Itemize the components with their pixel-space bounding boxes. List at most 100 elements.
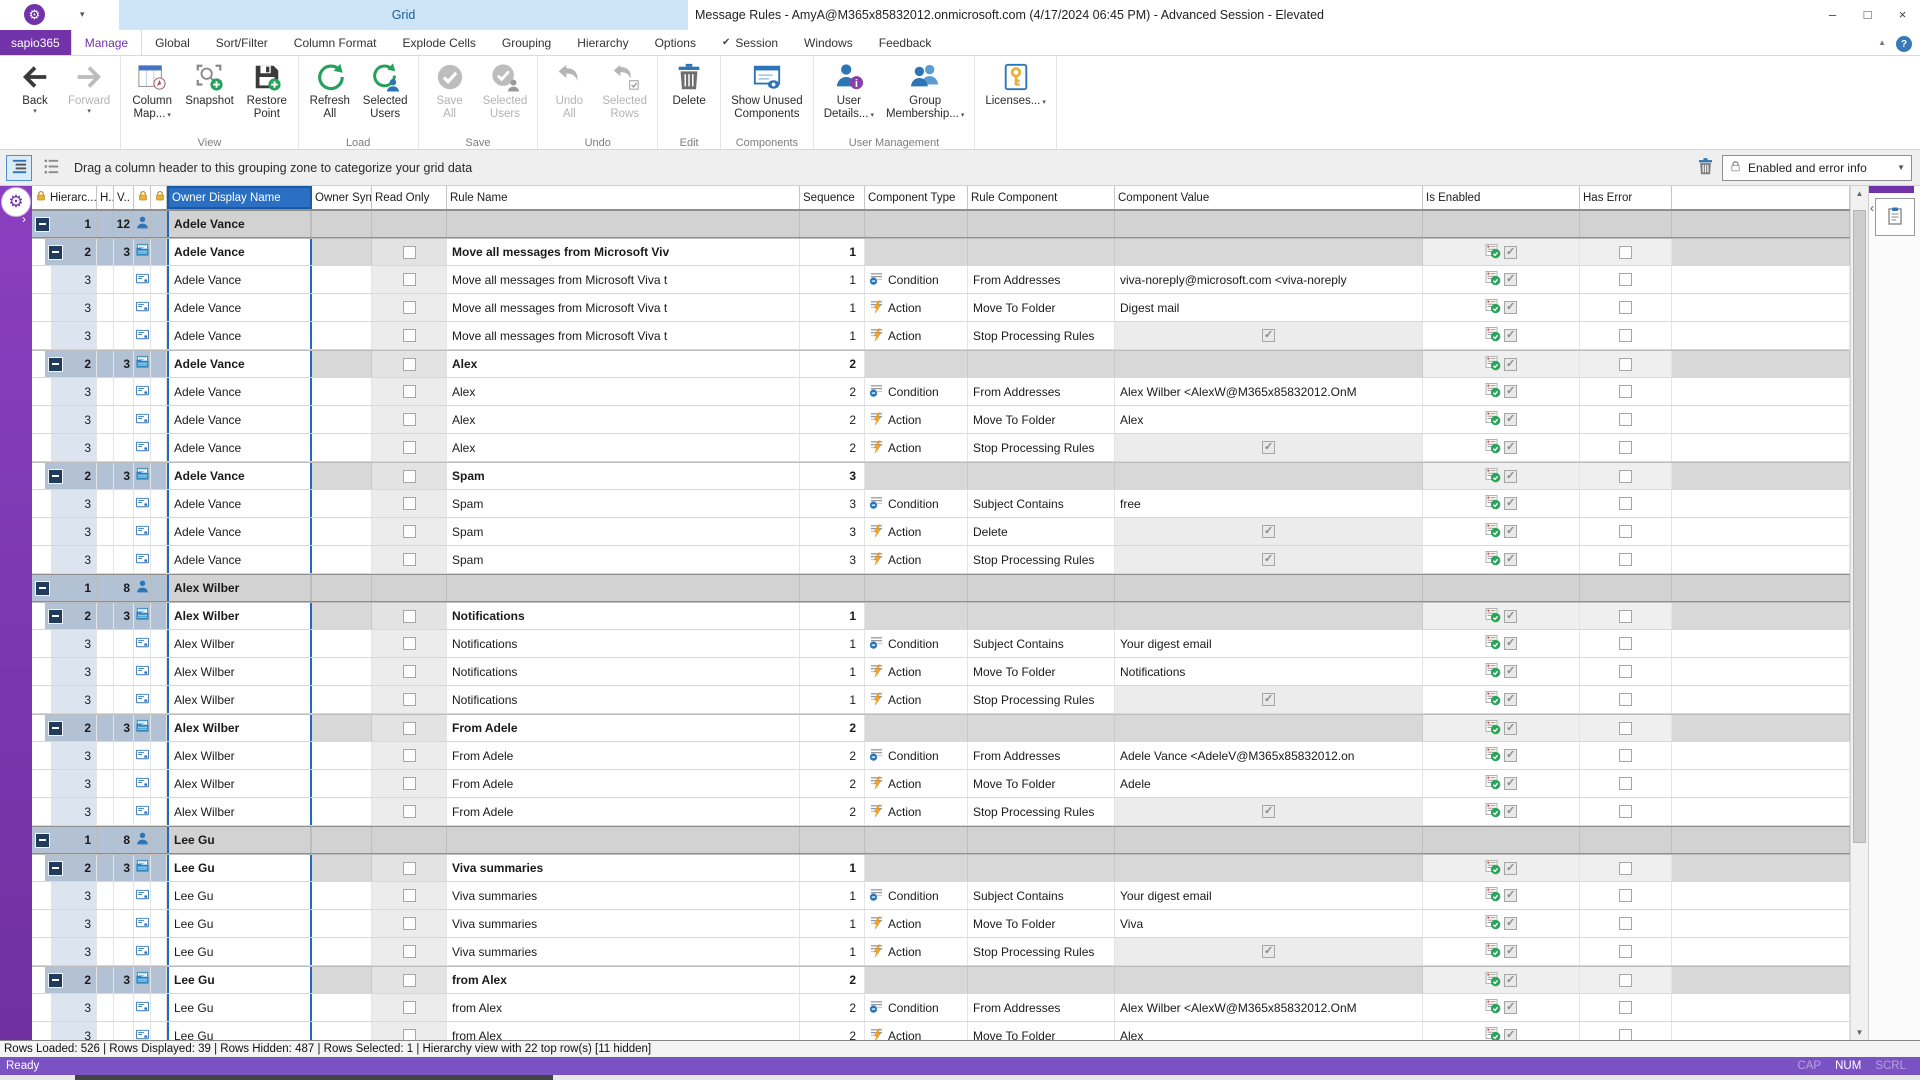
column-header-hier[interactable]: Hierarc... <box>32 186 97 209</box>
selected-users-button[interactable]: SelectedUsers <box>357 58 414 121</box>
component-value-checkbox[interactable] <box>1262 553 1275 566</box>
tab-hierarchy[interactable]: Hierarchy <box>564 30 641 55</box>
collapse-toggle[interactable] <box>35 581 50 596</box>
cell-owner[interactable]: Alex Wilber <box>167 575 312 601</box>
is-enabled-checkbox[interactable] <box>1504 553 1517 566</box>
grid-row[interactable]: 23Alex WilberNotifications1 <box>32 602 1850 630</box>
has-error-checkbox[interactable] <box>1619 470 1632 483</box>
save-all-button[interactable]: SaveAll <box>423 58 477 121</box>
read-only-checkbox[interactable] <box>403 553 416 566</box>
is-enabled-checkbox[interactable] <box>1504 358 1517 371</box>
is-enabled-checkbox[interactable] <box>1504 246 1517 259</box>
is-enabled-checkbox[interactable] <box>1504 1001 1517 1014</box>
cell-owner[interactable]: Lee Gu <box>167 910 312 937</box>
read-only-checkbox[interactable] <box>403 805 416 818</box>
tab-explode-cells[interactable]: Explode Cells <box>389 30 488 55</box>
tab-session[interactable]: ✔Session <box>709 30 791 55</box>
collapse-toggle[interactable] <box>48 357 63 372</box>
column-header-en[interactable]: Is Enabled <box>1423 186 1580 209</box>
grid-row[interactable]: 3Alex WilberFrom Adele2ConditionFrom Add… <box>32 742 1850 770</box>
read-only-checkbox[interactable] <box>403 917 416 930</box>
is-enabled-checkbox[interactable] <box>1504 470 1517 483</box>
tab-windows[interactable]: Windows <box>791 30 866 55</box>
cell-owner[interactable]: Adele Vance <box>167 518 312 545</box>
cell-owner[interactable]: Adele Vance <box>167 546 312 573</box>
read-only-checkbox[interactable] <box>403 637 416 650</box>
is-enabled-checkbox[interactable] <box>1504 749 1517 762</box>
tab-grouping[interactable]: Grouping <box>489 30 564 55</box>
grid-row[interactable]: 3Adele VanceAlex2ActionStop Processing R… <box>32 434 1850 462</box>
column-header-syn[interactable]: Owner Syn... <box>312 186 372 209</box>
grid-row[interactable]: 3Lee GuViva summaries1ActionMove To Fold… <box>32 910 1850 938</box>
group-membership-button[interactable]: GroupMembership...▾ <box>880 58 970 122</box>
is-enabled-checkbox[interactable] <box>1504 945 1517 958</box>
read-only-checkbox[interactable] <box>403 413 416 426</box>
has-error-checkbox[interactable] <box>1619 301 1632 314</box>
collapse-toggle[interactable] <box>48 245 63 260</box>
column-header-h[interactable]: H.. <box>97 186 114 209</box>
component-value-checkbox[interactable] <box>1262 805 1275 818</box>
column-header-err[interactable]: Has Error <box>1580 186 1672 209</box>
has-error-checkbox[interactable] <box>1619 974 1632 987</box>
cell-owner[interactable]: Adele Vance <box>167 322 312 349</box>
cell-owner[interactable]: Alex Wilber <box>167 798 312 825</box>
forward-button[interactable]: Forward▾ <box>62 58 116 116</box>
grid-row[interactable]: 3Lee GuViva summaries1ConditionSubject C… <box>32 882 1850 910</box>
is-enabled-checkbox[interactable] <box>1504 862 1517 875</box>
cell-owner[interactable]: Lee Gu <box>167 938 312 965</box>
horizontal-scrollbar[interactable] <box>0 1075 1920 1080</box>
read-only-checkbox[interactable] <box>403 665 416 678</box>
cell-owner[interactable]: Alex Wilber <box>167 630 312 657</box>
snapshot-button[interactable]: Snapshot <box>179 58 240 122</box>
vertical-scrollbar-thumb[interactable] <box>1853 210 1866 843</box>
is-enabled-checkbox[interactable] <box>1504 637 1517 650</box>
licenses-button[interactable]: Licenses...▾ <box>979 58 1052 109</box>
has-error-checkbox[interactable] <box>1619 358 1632 371</box>
collapse-toggle[interactable] <box>48 861 63 876</box>
flat-view-toggle[interactable] <box>38 155 64 181</box>
collapse-toggle[interactable] <box>35 833 50 848</box>
restore-point-button[interactable]: RestorePoint <box>240 58 294 122</box>
delete-button[interactable]: Delete <box>662 58 716 108</box>
component-value-checkbox[interactable] <box>1262 693 1275 706</box>
is-enabled-checkbox[interactable] <box>1504 974 1517 987</box>
grid-row[interactable]: 23Adele VanceAlex2 <box>32 350 1850 378</box>
cell-owner[interactable]: Lee Gu <box>167 827 312 853</box>
cell-owner[interactable]: Adele Vance <box>167 266 312 293</box>
grid-row[interactable]: 23Adele VanceMove all messages from Micr… <box>32 238 1850 266</box>
cell-owner[interactable]: Alex Wilber <box>167 715 312 741</box>
cell-owner[interactable]: Adele Vance <box>167 434 312 461</box>
is-enabled-checkbox[interactable] <box>1504 693 1517 706</box>
grid-row[interactable]: 23Adele VanceSpam3 <box>32 462 1850 490</box>
grid-row[interactable]: 3Alex WilberFrom Adele2ActionMove To Fol… <box>32 770 1850 798</box>
horizontal-scrollbar-thumb[interactable] <box>75 1075 553 1080</box>
is-enabled-checkbox[interactable] <box>1504 497 1517 510</box>
grid-row[interactable]: 3Alex WilberNotifications1ActionStop Pro… <box>32 686 1850 714</box>
grid-row[interactable]: 3Adele VanceAlex2ConditionFrom Addresses… <box>32 378 1850 406</box>
component-value-checkbox[interactable] <box>1262 441 1275 454</box>
collapse-toggle[interactable] <box>48 469 63 484</box>
tab-feedback[interactable]: Feedback <box>866 30 945 55</box>
is-enabled-checkbox[interactable] <box>1504 805 1517 818</box>
is-enabled-checkbox[interactable] <box>1504 665 1517 678</box>
has-error-checkbox[interactable] <box>1619 945 1632 958</box>
cell-owner[interactable]: Alex Wilber <box>167 770 312 797</box>
has-error-checkbox[interactable] <box>1619 525 1632 538</box>
is-enabled-checkbox[interactable] <box>1504 917 1517 930</box>
quick-access-dropdown-icon[interactable]: ▾ <box>80 9 85 20</box>
grid-row[interactable]: 3Adele VanceSpam3ActionDelete <box>32 518 1850 546</box>
has-error-checkbox[interactable] <box>1619 273 1632 286</box>
cell-owner[interactable]: Adele Vance <box>167 211 312 237</box>
has-error-checkbox[interactable] <box>1619 665 1632 678</box>
collapse-toggle[interactable] <box>35 217 50 232</box>
expand-left-panel-icon[interactable]: › <box>22 212 26 226</box>
has-error-checkbox[interactable] <box>1619 385 1632 398</box>
column-header-rule[interactable]: Rule Name <box>447 186 800 209</box>
column-header-seq[interactable]: Sequence <box>800 186 865 209</box>
has-error-checkbox[interactable] <box>1619 246 1632 259</box>
read-only-checkbox[interactable] <box>403 329 416 342</box>
grid-row[interactable]: 3Lee Gufrom Alex2ActionMove To FolderAle… <box>32 1022 1850 1040</box>
is-enabled-checkbox[interactable] <box>1504 441 1517 454</box>
grid-row[interactable]: 23Lee GuViva summaries1 <box>32 854 1850 882</box>
cell-owner[interactable]: Lee Gu <box>167 1022 312 1040</box>
